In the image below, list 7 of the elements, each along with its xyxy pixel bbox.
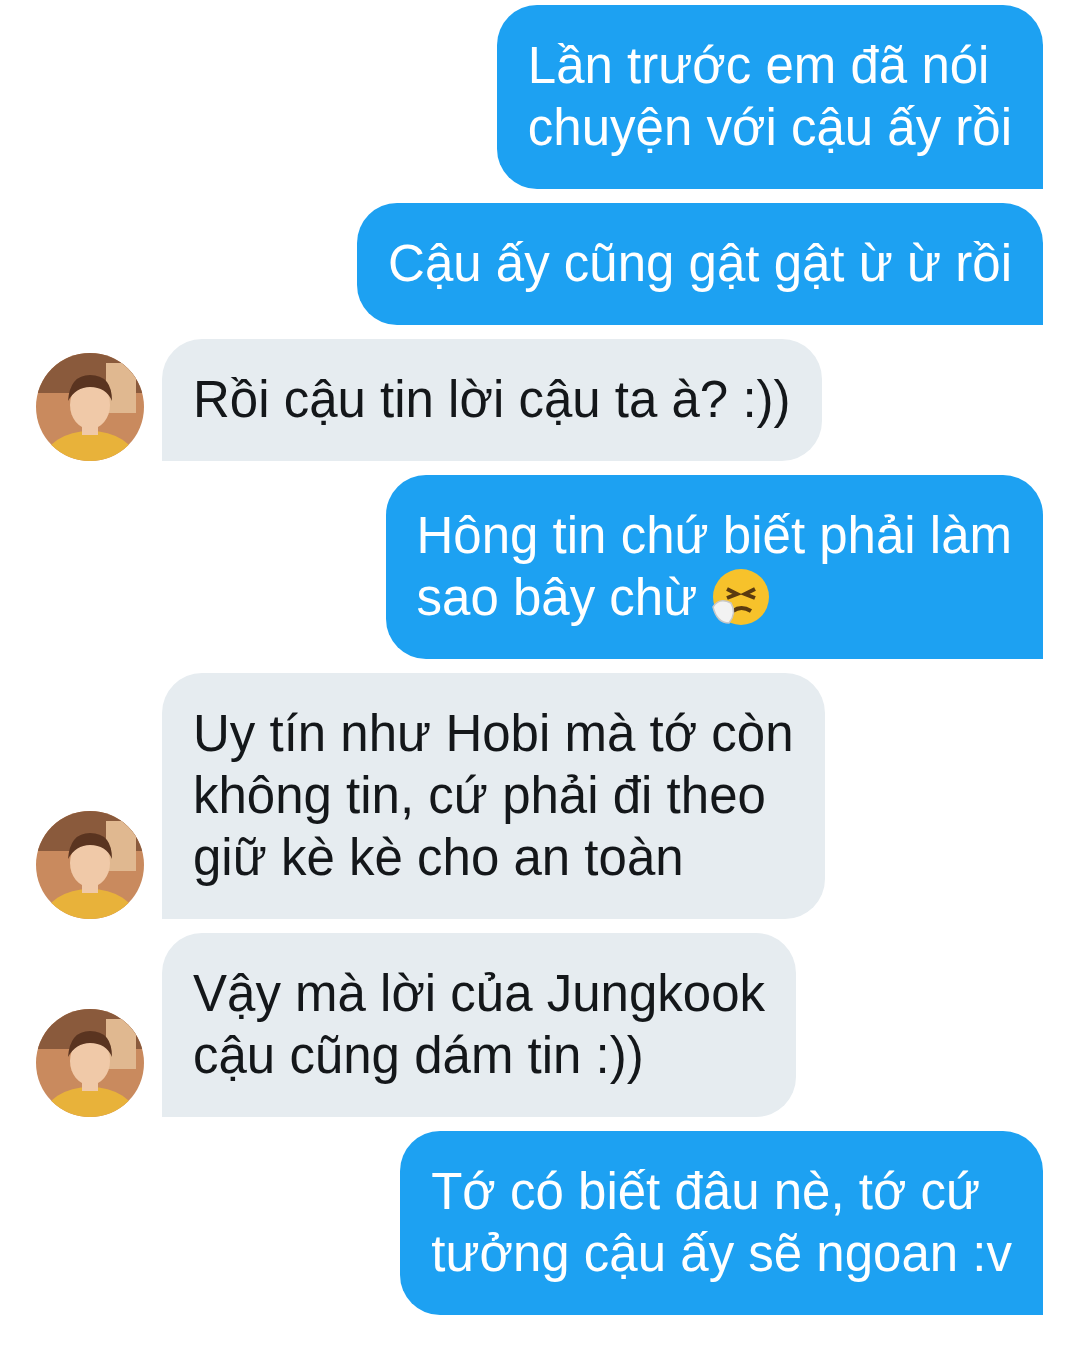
message-text: Rồi cậu tin lời cậu ta à? :)) bbox=[193, 370, 791, 430]
message-text: Vậy mà lời của Jungkook cậu cũng dám tin :)) bbox=[193, 964, 766, 1086]
message-text: Lần trước em đã nói chuyện với cậu ấy rồi bbox=[527, 36, 1012, 158]
message-text: Tớ có biết đâu nè, tớ cứ tưởng cậu ấy sẽ ngoan :v bbox=[431, 1162, 1012, 1284]
message-text: Cậu ấy cũng gật gật ừ ừ rồi bbox=[388, 234, 1012, 294]
message-text: Uy tín như Hobi mà tớ còn không tin, cứ phải đi theo giữ kè kè cho an toàn bbox=[193, 704, 794, 888]
message-text: Hông tin chứ biết phải làm sao bây chừ bbox=[416, 506, 1012, 629]
